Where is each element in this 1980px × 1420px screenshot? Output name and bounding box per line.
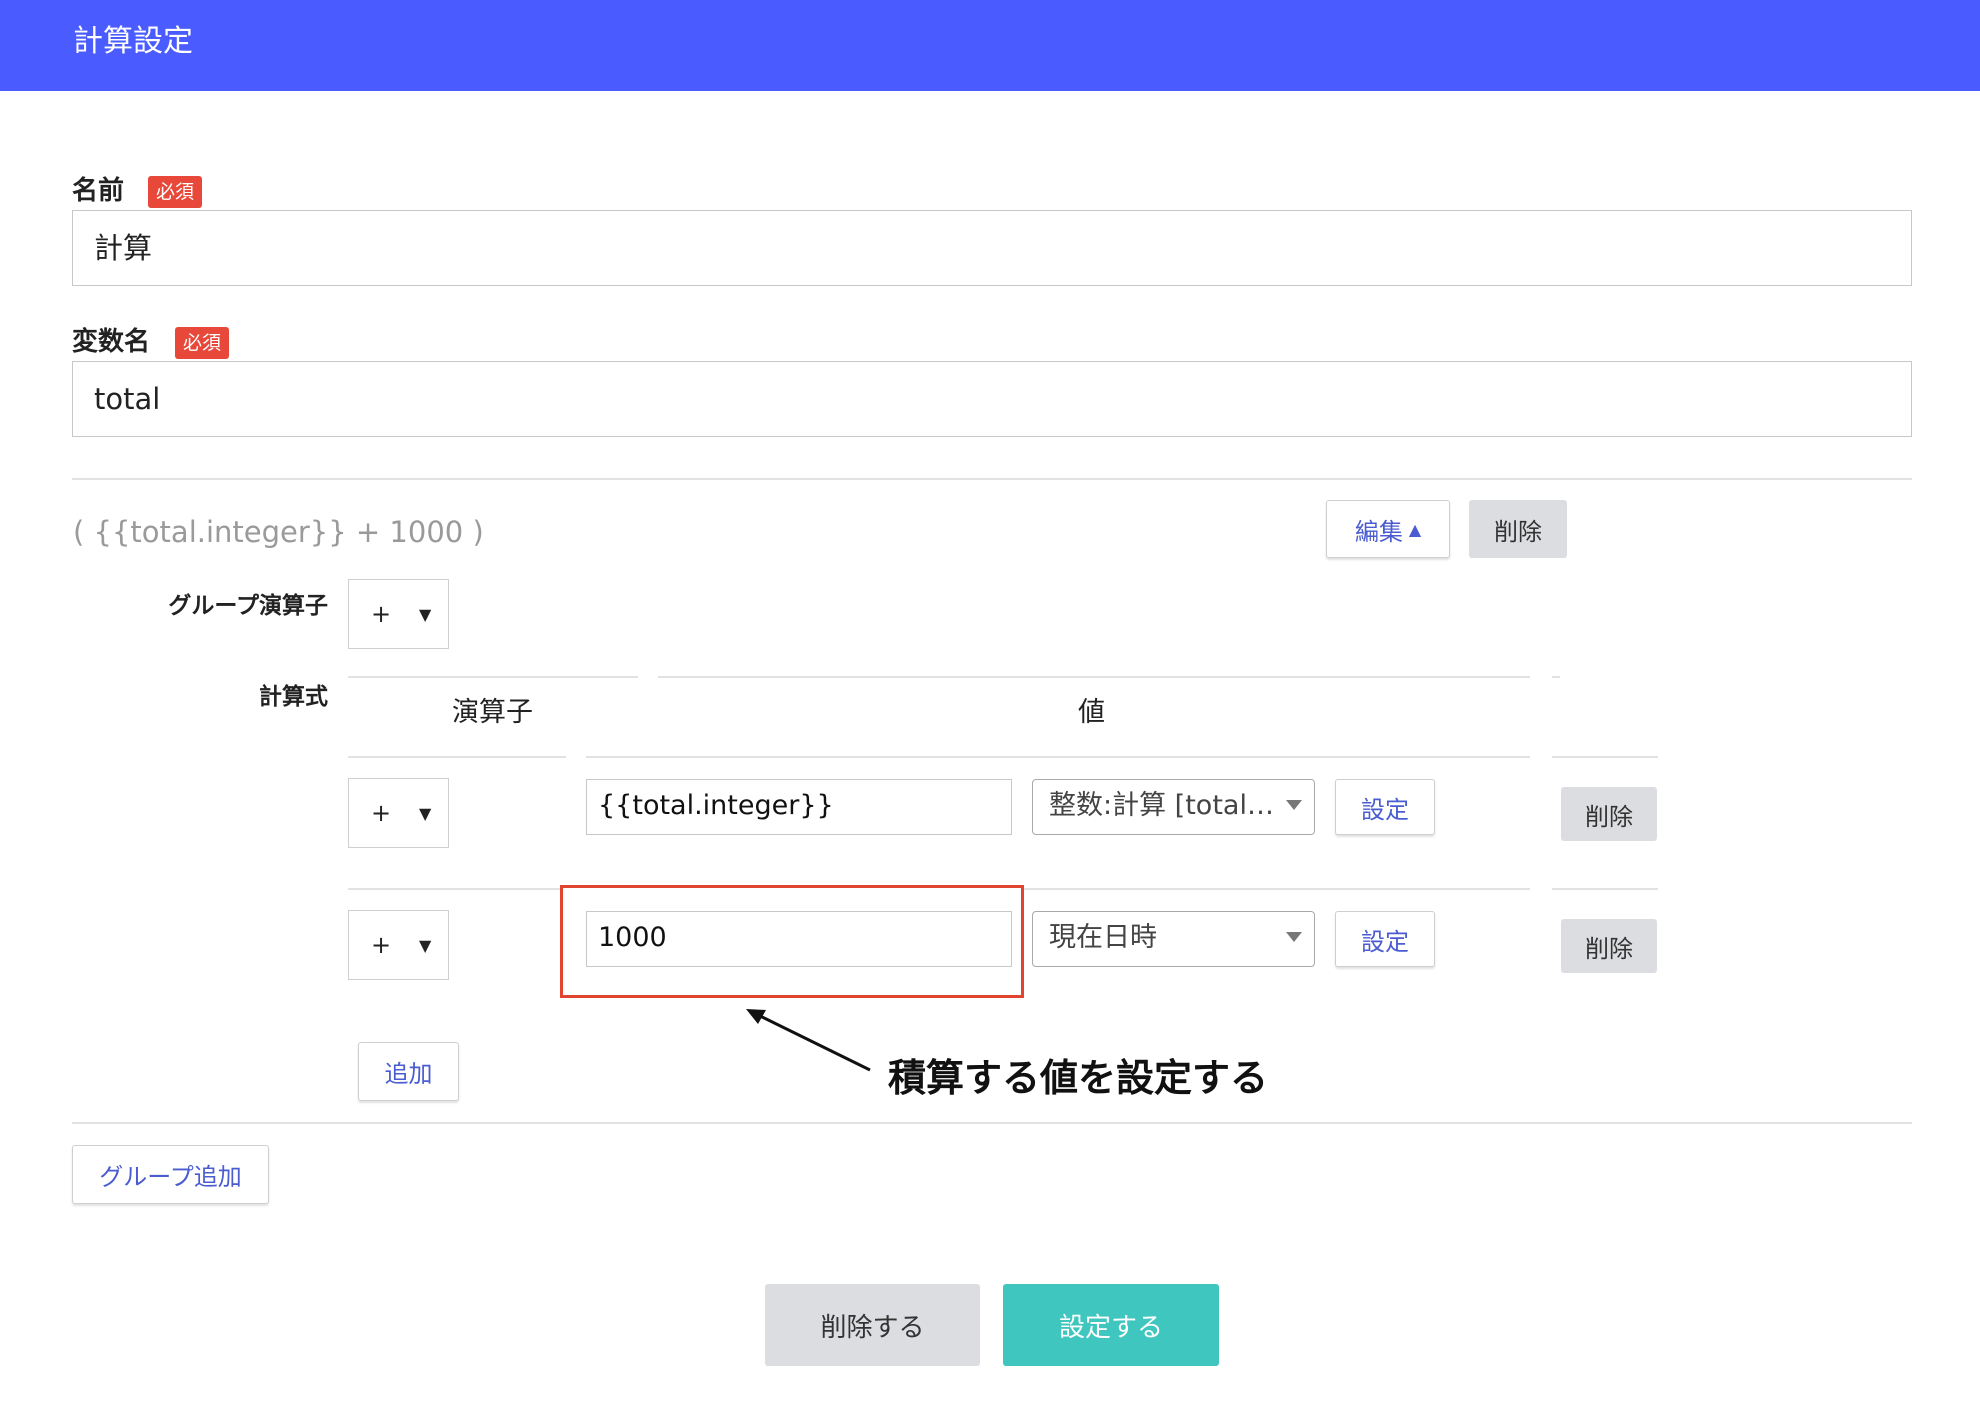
dropdown-arrow-icon: ▼	[419, 936, 432, 955]
row-value-input[interactable]: {{total.integer}}	[586, 779, 1012, 835]
table-top-line	[348, 676, 638, 678]
delete-button[interactable]: 削除する	[765, 1284, 980, 1366]
variable-name-required-badge: 必須	[175, 327, 230, 359]
expression-summary: ( {{total.integer}} + 1000 )	[73, 515, 484, 549]
variable-name-label: 変数名	[72, 327, 151, 357]
section-divider	[72, 1122, 1912, 1124]
column-header-value: 値	[1078, 697, 1105, 728]
dropdown-arrow-icon: ▼	[419, 605, 432, 624]
row-set-button[interactable]: 設定	[1335, 911, 1435, 967]
row-delete-button[interactable]: 削除	[1561, 919, 1657, 973]
edit-button[interactable]: 編集 ▲	[1326, 500, 1450, 558]
row-divider	[1552, 888, 1658, 890]
formula-label: 計算式	[259, 684, 328, 710]
group-operator-value: +	[371, 600, 392, 628]
add-row-button[interactable]: 追加	[358, 1042, 459, 1101]
row-type-value: 現在日時	[1049, 922, 1157, 953]
edit-label: 編集	[1354, 517, 1403, 546]
add-group-button[interactable]: グループ追加	[72, 1145, 269, 1204]
row-operator-value: +	[371, 931, 392, 959]
submit-button[interactable]: 設定する	[1003, 1284, 1219, 1366]
page-title: 計算設定	[73, 24, 193, 59]
group-operator-select[interactable]: + ▼	[348, 579, 449, 649]
column-header-operator: 演算子	[452, 697, 533, 728]
row-type-select[interactable]: 整数:計算 [total.integer]	[1032, 779, 1315, 835]
name-label: 名前	[72, 176, 125, 206]
row-type-select[interactable]: 現在日時	[1032, 911, 1315, 967]
group-operator-label: グループ演算子	[168, 593, 328, 619]
variable-name-input[interactable]: total	[72, 361, 1912, 437]
table-header-line	[348, 756, 566, 758]
row-divider	[1024, 888, 1530, 890]
table-top-line	[1552, 676, 1560, 678]
app-header: 計算設定	[0, 0, 1980, 91]
row-operator-value: +	[371, 799, 392, 827]
delete-group-button[interactable]: 削除	[1469, 500, 1567, 558]
collapse-triangle-icon: ▲	[1408, 519, 1422, 539]
name-required-badge: 必須	[148, 176, 203, 208]
row-set-button[interactable]: 設定	[1335, 779, 1435, 835]
name-input[interactable]: 計算	[72, 210, 1912, 286]
row-delete-button[interactable]: 削除	[1561, 787, 1657, 841]
annotation-text: 積算する値を設定する	[888, 1056, 1269, 1100]
section-divider	[72, 478, 1912, 480]
row-divider	[348, 888, 560, 890]
table-header-line	[586, 756, 1530, 758]
table-header-line	[1552, 756, 1658, 758]
dropdown-arrow-icon	[1286, 800, 1302, 810]
annotation-arrow-icon	[746, 1009, 871, 1072]
row-type-value: 整数:計算 [total.integer]	[1049, 790, 1279, 821]
table-top-line	[658, 676, 1530, 678]
value-highlight-box	[560, 885, 1024, 998]
row-operator-select[interactable]: + ▼	[348, 910, 449, 980]
row-operator-select[interactable]: + ▼	[348, 778, 449, 848]
dropdown-arrow-icon	[1286, 932, 1302, 942]
dropdown-arrow-icon: ▼	[419, 804, 432, 823]
